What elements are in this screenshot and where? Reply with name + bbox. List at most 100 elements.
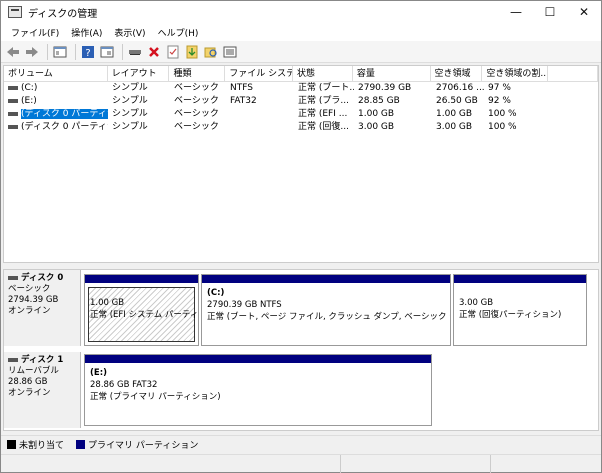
partition-c[interactable]: (C:) 2790.39 GB NTFS 正常 (ブート, ページ ファイル, …: [201, 274, 451, 346]
volume-icon: [8, 111, 18, 116]
column-header-volume[interactable]: ボリューム: [4, 66, 108, 81]
column-header-status[interactable]: 状態: [293, 66, 353, 81]
volume-status: 正常 (プラ...: [298, 96, 349, 106]
disk-map-pane: ディスク 0 ベーシック 2794.39 GB オンライン 1.00 GB 正常…: [3, 269, 599, 431]
back-arrow-icon[interactable]: [5, 44, 21, 60]
column-header-capacity[interactable]: 容量: [353, 66, 431, 81]
partition-bar: [454, 275, 586, 283]
legend: 未割り当て プライマリ パーティション: [1, 435, 601, 453]
toolbar-separator: [122, 43, 123, 60]
partition-bar: [202, 275, 450, 283]
disk-name: ディスク 0: [21, 273, 64, 283]
window-title: ディスクの管理: [28, 8, 98, 20]
disk-type: リムーバブル: [8, 366, 59, 376]
search-folder-icon[interactable]: [203, 44, 219, 60]
volume-free-percent: 97 %: [488, 83, 511, 93]
disk-icon: [8, 275, 18, 280]
disk-label[interactable]: ディスク 0 ベーシック 2794.39 GB オンライン: [4, 270, 81, 346]
partition-efi[interactable]: 1.00 GB 正常 (EFI システム パーティシ: [84, 274, 199, 346]
partition-size: 1.00 GB: [90, 298, 125, 308]
disk-row: ディスク 0 ベーシック 2794.39 GB オンライン 1.00 GB 正常…: [4, 270, 600, 346]
disk-icon: [8, 357, 18, 362]
column-header-free-percent[interactable]: 空き領域の割...: [482, 66, 549, 81]
menu-view[interactable]: 表示(V): [108, 26, 151, 39]
volume-row[interactable]: (C:) シンプル ベーシック NTFS 正常 (ブート... 2790.39 …: [4, 82, 598, 95]
toolbar-separator: [75, 43, 76, 60]
help-icon[interactable]: ?: [80, 44, 96, 60]
volume-status: 正常 (回復...: [298, 122, 349, 132]
volume-free-space: 1.00 GB: [436, 109, 473, 119]
forward-arrow-icon[interactable]: [24, 44, 40, 60]
volume-filesystem: [226, 108, 294, 121]
close-button[interactable]: ✕: [567, 1, 601, 23]
volume-name: (E:): [21, 96, 37, 106]
disk-size: 28.86 GB: [8, 377, 48, 387]
checklist-icon[interactable]: [165, 44, 181, 60]
partition-status: 正常 (プライマリ パーティション): [90, 392, 221, 402]
maximize-button[interactable]: ☐: [533, 1, 567, 23]
console-tree-icon[interactable]: [52, 44, 68, 60]
volume-type: ベーシック: [174, 96, 219, 106]
volume-capacity: 1.00 GB: [358, 109, 395, 119]
volume-row[interactable]: (ディスク 0 パーティシ... シンプル ベーシック 正常 (EFI ... …: [4, 108, 598, 121]
disk-row: ディスク 1 リムーバブル 28.86 GB オンライン (E:) 28.86 …: [4, 352, 600, 428]
volume-free-space: 3.00 GB: [436, 122, 473, 132]
volume-name: (C:): [21, 83, 38, 93]
import-icon[interactable]: [184, 44, 200, 60]
partition-label: (C:): [207, 288, 225, 298]
disk-label[interactable]: ディスク 1 リムーバブル 28.86 GB オンライン: [4, 352, 81, 428]
volume-capacity: 3.00 GB: [358, 122, 395, 132]
column-header-filesystem[interactable]: ファイル システム: [225, 66, 294, 81]
partition-recovery[interactable]: 3.00 GB 正常 (回復パーティション): [453, 274, 587, 346]
properties-icon[interactable]: [99, 44, 115, 60]
disk-type: ベーシック: [8, 284, 51, 294]
column-header-free-space[interactable]: 空き領域: [431, 66, 483, 81]
volume-row[interactable]: (E:) シンプル ベーシック FAT32 正常 (プラ... 28.85 GB…: [4, 95, 598, 108]
disk-size: 2794.39 GB: [8, 295, 59, 305]
status-segment: [341, 455, 491, 473]
connect-drive-icon[interactable]: [127, 44, 143, 60]
volume-free-percent: 100 %: [488, 122, 517, 132]
disk-management-icon: [8, 6, 22, 18]
column-header-type[interactable]: 種類: [169, 66, 226, 81]
volume-filesystem: NTFS: [230, 83, 253, 93]
disk-management-window: ディスクの管理 — ☐ ✕ ファイル(F) 操作(A) 表示(V) ヘルプ(H)…: [0, 0, 602, 473]
window-controls: — ☐ ✕: [499, 1, 601, 23]
minimize-button[interactable]: —: [499, 1, 533, 23]
title-bar: ディスクの管理 — ☐ ✕: [1, 1, 601, 23]
volume-filesystem: FAT32: [230, 96, 257, 106]
menu-file[interactable]: ファイル(F): [5, 26, 65, 39]
volume-free-space: 2706.16 ...: [436, 83, 484, 93]
partition-bar: [85, 355, 431, 363]
column-header-layout[interactable]: レイアウト: [108, 66, 170, 81]
volume-list: ボリューム レイアウト 種類 ファイル システム 状態 容量 空き領域 空き領域…: [3, 65, 599, 263]
volume-layout: シンプル: [112, 83, 148, 93]
volume-free-percent: 92 %: [488, 96, 511, 106]
status-bar: [1, 454, 601, 473]
volume-capacity: 2790.39 GB: [358, 83, 412, 93]
partition-e[interactable]: (E:) 28.86 GB FAT32 正常 (プライマリ パーティション): [84, 354, 432, 426]
delete-icon[interactable]: [146, 44, 162, 60]
unallocated-swatch: [7, 440, 16, 449]
toolbar-separator: [47, 43, 48, 60]
toolbar: ?: [1, 41, 601, 63]
volume-layout: シンプル: [112, 122, 148, 132]
volume-status: 正常 (EFI ...: [298, 109, 348, 119]
primary-partition-swatch: [76, 440, 86, 449]
menu-action[interactable]: 操作(A): [65, 26, 108, 39]
partition-size: 28.86 GB FAT32: [90, 380, 158, 390]
partition-size: 2790.39 GB NTFS: [207, 300, 282, 310]
list-view-icon[interactable]: [222, 44, 238, 60]
volume-free-space: 26.50 GB: [436, 96, 478, 106]
volume-name: (ディスク 0 パーティシ...: [21, 109, 108, 119]
volume-type: ベーシック: [174, 109, 219, 119]
volume-name: (ディスク 0 パーティシ...: [21, 122, 108, 132]
volume-row[interactable]: (ディスク 0 パーティシ... シンプル ベーシック 正常 (回復... 3.…: [4, 121, 598, 134]
status-segment: [1, 455, 341, 473]
menu-bar: ファイル(F) 操作(A) 表示(V) ヘルプ(H): [1, 23, 601, 41]
volume-icon: [8, 124, 18, 129]
partition-status: 正常 (ブート, ページ ファイル, クラッシュ ダンプ, ベーシック データ …: [207, 312, 450, 322]
volume-list-header: ボリューム レイアウト 種類 ファイル システム 状態 容量 空き領域 空き領域…: [4, 66, 598, 82]
menu-help[interactable]: ヘルプ(H): [152, 26, 205, 39]
partition-size: 3.00 GB: [459, 298, 494, 308]
